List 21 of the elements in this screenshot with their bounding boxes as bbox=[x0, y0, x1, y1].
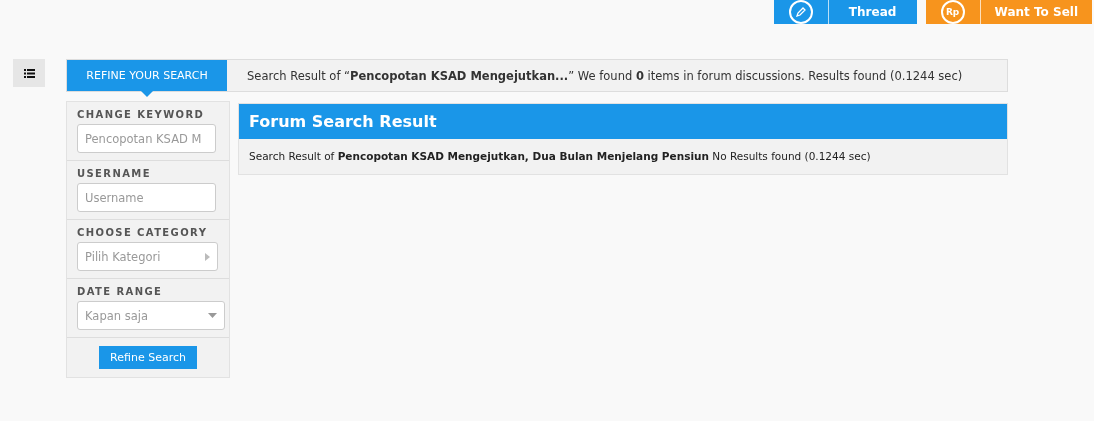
caret-right-icon bbox=[205, 252, 210, 261]
list-toggle-button[interactable] bbox=[13, 59, 45, 87]
keyword-field[interactable]: Pencopotan KSAD M bbox=[77, 124, 216, 153]
result-title: Forum Search Result bbox=[239, 104, 1007, 139]
tab-pointer bbox=[141, 91, 153, 97]
filter-label: CHANGE KEYWORD bbox=[77, 109, 206, 120]
list-icon bbox=[23, 68, 35, 78]
top-action-button[interactable]: Thread bbox=[773, 0, 917, 24]
filter-label: USERNAME bbox=[77, 168, 152, 179]
filter-label: DATE RANGE bbox=[77, 286, 164, 297]
refine-tab[interactable]: REFINE YOUR SEARCH bbox=[67, 60, 227, 91]
currency-icon: Rp bbox=[940, 0, 965, 24]
search-summary: Search Result of “Pencopotan KSAD Mengejutkan...” We found 0 items in forum discussions. Results found (0.1244 sec) bbox=[247, 68, 963, 83]
top-action-button[interactable]: Rp Want To Sell bbox=[925, 0, 1092, 24]
date-range-select[interactable]: Kapan saja bbox=[77, 301, 225, 330]
username-field[interactable]: Username bbox=[77, 183, 216, 212]
caret-down-icon bbox=[208, 313, 217, 318]
category-select[interactable]: Pilih Kategori bbox=[77, 242, 218, 271]
result-message: Search Result of Pencopotan KSAD Mengejutkan, Dua Bulan Menjelang Pensiun No Results found (0.1244 sec) bbox=[248, 149, 872, 164]
refine-search-button[interactable]: Refine Search bbox=[99, 346, 197, 369]
filter-label: CHOOSE CATEGORY bbox=[77, 227, 209, 238]
